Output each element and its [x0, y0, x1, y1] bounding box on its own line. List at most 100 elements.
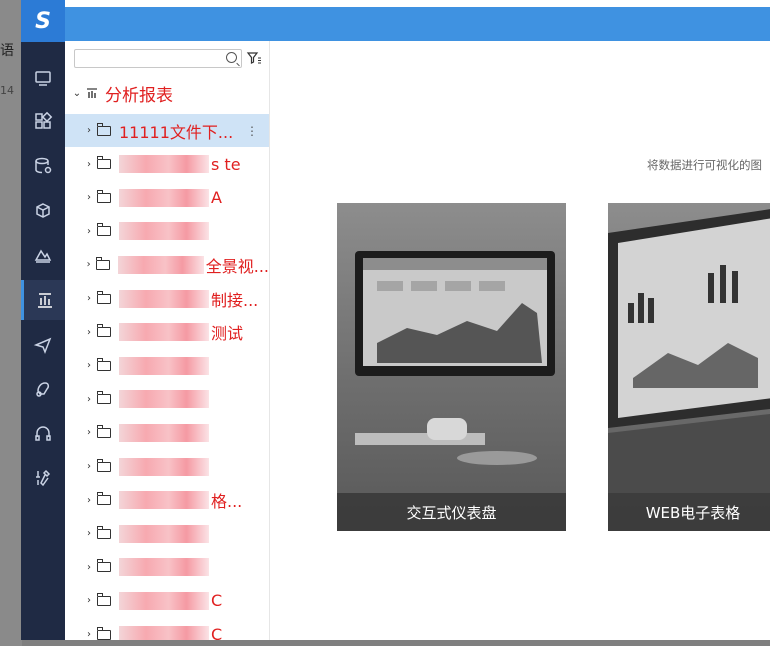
tree-item-label: C [211, 625, 223, 640]
tree-item-label: 全景视... [205, 256, 269, 276]
app-window: S ⌄ 分析报表 › 11111文件下... ⋮ › s te › A › › … [21, 0, 770, 640]
nav-hand[interactable] [21, 369, 65, 409]
redacted-block [119, 222, 209, 241]
mountain-icon [34, 249, 52, 263]
redacted-block [119, 524, 209, 543]
tree-item[interactable]: › A [65, 181, 269, 214]
redacted-block [119, 188, 209, 207]
chevron-right-icon[interactable]: › [81, 562, 97, 573]
nav-analysis-report[interactable] [21, 280, 65, 320]
redacted-block [119, 323, 209, 342]
background-window: 语 14 [0, 0, 22, 646]
redacted-block [119, 591, 209, 610]
nav-cube[interactable] [21, 191, 65, 231]
redacted-block [119, 491, 209, 510]
tree-item[interactable]: › 制接... [65, 282, 269, 315]
redacted-block [119, 155, 209, 174]
laptop-illustration [608, 209, 770, 493]
tree-item[interactable]: › [65, 383, 269, 416]
logo-text: S [35, 8, 51, 34]
folder-icon [97, 559, 111, 573]
tree-item-label: 制接... [211, 290, 259, 310]
tree-item[interactable]: › s te [65, 148, 269, 181]
tree-item[interactable]: › C [65, 618, 269, 640]
tree-root-label: 分析报表 [105, 85, 173, 106]
tree-search-input[interactable] [74, 49, 242, 68]
background-text: 语 [0, 43, 14, 59]
report-tree-panel: ⌄ 分析报表 › 11111文件下... ⋮ › s te › A › › 全景视... › 制接..… [65, 41, 270, 640]
nav-monitor[interactable] [21, 58, 65, 98]
chevron-right-icon[interactable]: › [81, 394, 97, 405]
tree-item-label: C [211, 591, 223, 611]
chevron-right-icon[interactable]: › [81, 159, 97, 170]
tree-item[interactable]: › 格... [65, 484, 269, 517]
search-icon[interactable] [226, 52, 237, 63]
send-icon [33, 337, 52, 355]
folder-icon [97, 458, 111, 472]
cube-icon [36, 203, 50, 218]
tree-item-label: 测试 [211, 324, 244, 344]
chevron-right-icon[interactable]: › [81, 360, 97, 371]
tree-item[interactable]: › 全景视... [65, 248, 269, 281]
redacted-block [119, 625, 209, 640]
folder-icon [97, 525, 111, 539]
chevron-right-icon[interactable]: › [81, 528, 97, 539]
chevron-right-icon[interactable]: › [81, 192, 97, 203]
grid-icon [35, 111, 53, 129]
dashboard-image [337, 203, 566, 531]
redacted-block [117, 255, 204, 274]
chevron-right-icon[interactable]: › [81, 495, 97, 506]
redacted-block [119, 558, 209, 577]
hand-icon [36, 382, 50, 397]
folder-icon [97, 424, 111, 438]
chevron-right-icon[interactable]: › [81, 595, 97, 606]
redacted-block [119, 356, 209, 375]
tree-item[interactable]: › [65, 551, 269, 584]
chevron-down-icon[interactable]: ⌄ [69, 88, 85, 99]
folder-icon [97, 223, 111, 237]
chevron-right-icon[interactable]: › [81, 629, 97, 640]
tree-item[interactable]: › [65, 517, 269, 550]
nav-mountain[interactable] [21, 235, 65, 275]
card-web-spreadsheet[interactable]: WEB电子表格 [608, 203, 770, 531]
chevron-right-icon[interactable]: › [81, 327, 97, 338]
report-icon [87, 88, 97, 98]
nav-send[interactable] [21, 325, 65, 365]
folder-icon [97, 592, 111, 606]
tree-item[interactable]: › [65, 450, 269, 483]
chevron-right-icon[interactable]: › [81, 226, 97, 237]
chevron-right-icon[interactable]: › [81, 125, 97, 136]
nav-grid[interactable] [21, 101, 65, 141]
folder-icon [97, 324, 111, 338]
folder-icon [97, 492, 111, 506]
chevron-right-icon[interactable]: › [81, 293, 97, 304]
top-bar [65, 7, 770, 41]
tree-item[interactable]: › [65, 349, 269, 382]
chevron-right-icon[interactable]: › [81, 259, 96, 270]
database-icon [35, 157, 52, 174]
background-text: 14 [0, 84, 14, 97]
tree-item[interactable]: › 11111文件下... ⋮ [65, 114, 269, 147]
more-options-icon[interactable]: ⋮ [246, 124, 258, 138]
folder-icon [97, 391, 111, 405]
folder-icon [97, 357, 111, 371]
nav-database[interactable] [21, 146, 65, 186]
redacted-block [119, 457, 209, 476]
folder-icon [97, 189, 111, 203]
monitor-illustration [355, 251, 555, 465]
nav-tools[interactable] [21, 458, 65, 498]
main-content: 将数据进行可视化的图 交互式仪表盘 WEB电子表格 [270, 41, 770, 640]
card-dashboard[interactable]: 交互式仪表盘 [337, 203, 566, 531]
filter-icon[interactable] [246, 50, 262, 66]
tree-item-label: s te [211, 154, 241, 174]
tree-item[interactable]: › [65, 215, 269, 248]
tree-root-node[interactable]: ⌄ 分析报表 [65, 81, 269, 106]
tree-item[interactable]: › 测试 [65, 316, 269, 349]
tree-item[interactable]: › [65, 416, 269, 449]
app-logo[interactable]: S [21, 0, 65, 42]
chevron-right-icon[interactable]: › [81, 427, 97, 438]
tree-item[interactable]: › C [65, 584, 269, 617]
nav-headset[interactable] [21, 414, 65, 454]
chevron-right-icon[interactable]: › [81, 461, 97, 472]
tree-item-label: A [211, 188, 222, 208]
